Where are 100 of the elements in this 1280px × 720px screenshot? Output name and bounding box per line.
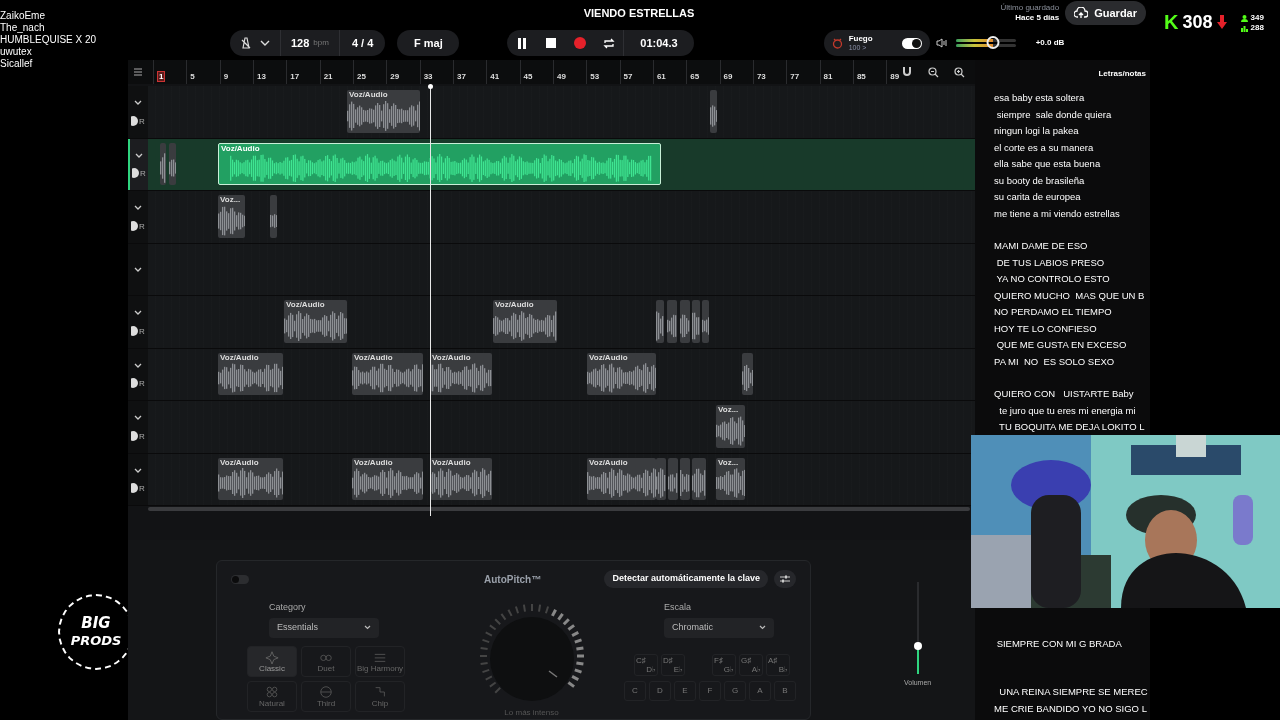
effect-option[interactable]: Classic xyxy=(247,645,297,677)
pan-knob-icon[interactable] xyxy=(131,378,140,389)
accidental-key[interactable]: A♯ B♭ xyxy=(766,653,790,676)
pan-knob-icon[interactable] xyxy=(131,325,140,336)
accidental-key[interactable]: G♯ A♭ xyxy=(739,653,763,676)
audio-clip[interactable]: Voz/Audio xyxy=(352,352,423,395)
note-key[interactable]: E xyxy=(674,680,696,701)
audio-clip[interactable]: Voz/Audio xyxy=(352,457,423,500)
zoom-out-button[interactable] xyxy=(925,64,941,80)
audio-clip[interactable] xyxy=(169,142,176,185)
last-saved-time: Hace 5 días xyxy=(1015,13,1060,23)
clip-label: Voz/Audio xyxy=(219,352,260,363)
waveform-drawing xyxy=(493,310,557,341)
pan-label: R xyxy=(139,117,145,126)
adjust-button[interactable] xyxy=(774,570,796,588)
pan-knob-icon[interactable] xyxy=(131,220,140,231)
sparkle-icon xyxy=(265,649,279,664)
audio-clip[interactable] xyxy=(702,300,709,343)
scale-dropdown[interactable]: Chromatic xyxy=(664,617,774,638)
audio-clip[interactable] xyxy=(692,457,706,500)
clip-label: Voz/Audio xyxy=(285,300,326,310)
volume-meter[interactable] xyxy=(955,38,1016,48)
audio-clip[interactable]: Voz... xyxy=(716,405,745,448)
clip-label: Voz/Audio xyxy=(494,300,535,310)
category-dropdown[interactable]: Essentials xyxy=(269,617,379,638)
bar-number: 9 xyxy=(223,72,229,81)
detect-key-button[interactable]: Detectar automáticamente la clave xyxy=(604,570,768,588)
stop-icon xyxy=(546,38,557,48)
audio-clip[interactable]: Voz... xyxy=(716,457,745,500)
pan-knob-icon[interactable] xyxy=(131,430,140,441)
lyric-line: siempre sale donde quiera xyxy=(995,107,1113,122)
note-key[interactable]: B xyxy=(774,680,796,701)
audio-clip[interactable] xyxy=(667,300,677,343)
tempo-field[interactable]: 128 bpm xyxy=(280,30,339,56)
bar-number: 37 xyxy=(456,72,466,81)
clip-label: Voz/Audio xyxy=(431,457,472,468)
audio-clip[interactable]: Voz/Audio xyxy=(218,457,283,500)
audio-clip[interactable] xyxy=(692,300,700,343)
save-button[interactable]: Guardar xyxy=(1065,1,1146,25)
accidental-key[interactable]: D♯ E♭ xyxy=(661,653,685,676)
bar-number: 25 xyxy=(356,72,366,81)
audio-clip[interactable] xyxy=(742,352,753,395)
clip-label: Voz/Audio xyxy=(219,457,260,468)
bar-number: 85 xyxy=(856,72,866,81)
pan-label: R xyxy=(139,380,145,389)
note-key[interactable]: C xyxy=(624,680,646,701)
audio-clip[interactable]: Voz/Audio xyxy=(218,352,283,395)
note-key[interactable]: G xyxy=(724,680,746,701)
audio-clip[interactable] xyxy=(656,300,664,343)
pan-knob-icon[interactable] xyxy=(131,115,140,126)
accidental-key[interactable]: C♯ D♭ xyxy=(634,653,658,676)
lyrics-title: Letras/notas xyxy=(1098,68,1146,80)
note-key[interactable]: A xyxy=(749,680,771,701)
pan-label: R xyxy=(139,222,145,231)
audio-clip[interactable]: Voz/Audio xyxy=(493,300,557,343)
clip-label: Voz/Audio xyxy=(588,457,629,468)
waveform-drawing xyxy=(716,415,745,446)
pan-knob-icon[interactable] xyxy=(132,168,141,179)
audio-clip[interactable]: Voz/Audio xyxy=(587,352,656,395)
audio-clip[interactable]: Voz... xyxy=(218,195,245,238)
person-icon xyxy=(1240,14,1248,22)
audio-clip[interactable]: Voz/Audio xyxy=(284,300,347,343)
lyric-line: UNA REINA SIEMPRE SE MEREC xyxy=(998,685,1149,699)
waveform-drawing xyxy=(692,468,706,498)
key-button[interactable]: F maj xyxy=(397,30,460,56)
zoom-in-button[interactable] xyxy=(951,64,967,80)
audio-clip[interactable] xyxy=(160,142,166,185)
audio-clip[interactable]: Voz/Audio xyxy=(430,352,492,395)
accidental-key[interactable]: F♯ G♭ xyxy=(712,653,736,676)
preset-toggle[interactable] xyxy=(901,37,922,49)
audio-clip[interactable] xyxy=(668,457,678,500)
audio-clip[interactable]: Voz/Audio xyxy=(587,457,656,500)
audio-clip[interactable] xyxy=(710,90,717,133)
chevron-down-icon xyxy=(364,625,371,630)
lyric-line: su carita de europea xyxy=(994,190,1082,204)
pan-knob-icon[interactable] xyxy=(131,483,140,494)
audio-clip[interactable] xyxy=(680,457,690,500)
note-key[interactable]: D xyxy=(649,680,671,701)
track-settings-icon[interactable] xyxy=(133,67,143,77)
audio-clip[interactable] xyxy=(270,195,277,238)
volume-fader[interactable] xyxy=(916,582,919,674)
lyric-line: SIEMPRE CON MI G BRADA xyxy=(995,636,1123,651)
bar-number: 65 xyxy=(690,72,700,81)
autopitch-toggle[interactable] xyxy=(231,574,249,584)
horizontal-scrollbar[interactable] xyxy=(148,507,970,511)
zoom-in-icon xyxy=(953,66,965,78)
lyric-line: TU BOQUITA ME DEJA LOKITO L xyxy=(998,420,1146,434)
waveform-drawing xyxy=(742,363,753,393)
audio-clip[interactable] xyxy=(680,300,690,343)
fader-thumb[interactable] xyxy=(913,642,922,651)
lyric-line: ella sabe que esta buena xyxy=(994,157,1102,171)
audio-clip[interactable]: Voz/Audio xyxy=(430,457,492,500)
chevron-down-icon xyxy=(134,310,142,316)
time-signature-field[interactable]: 4 / 4 xyxy=(338,30,386,56)
waveform-drawing xyxy=(716,468,745,498)
volume-thumb[interactable] xyxy=(986,36,1000,49)
last-saved-label: Último guardado xyxy=(1000,3,1060,13)
note-key[interactable]: F xyxy=(699,680,721,701)
audio-clip[interactable]: Voz/Audio xyxy=(347,90,420,133)
audio-clip[interactable] xyxy=(656,457,666,500)
